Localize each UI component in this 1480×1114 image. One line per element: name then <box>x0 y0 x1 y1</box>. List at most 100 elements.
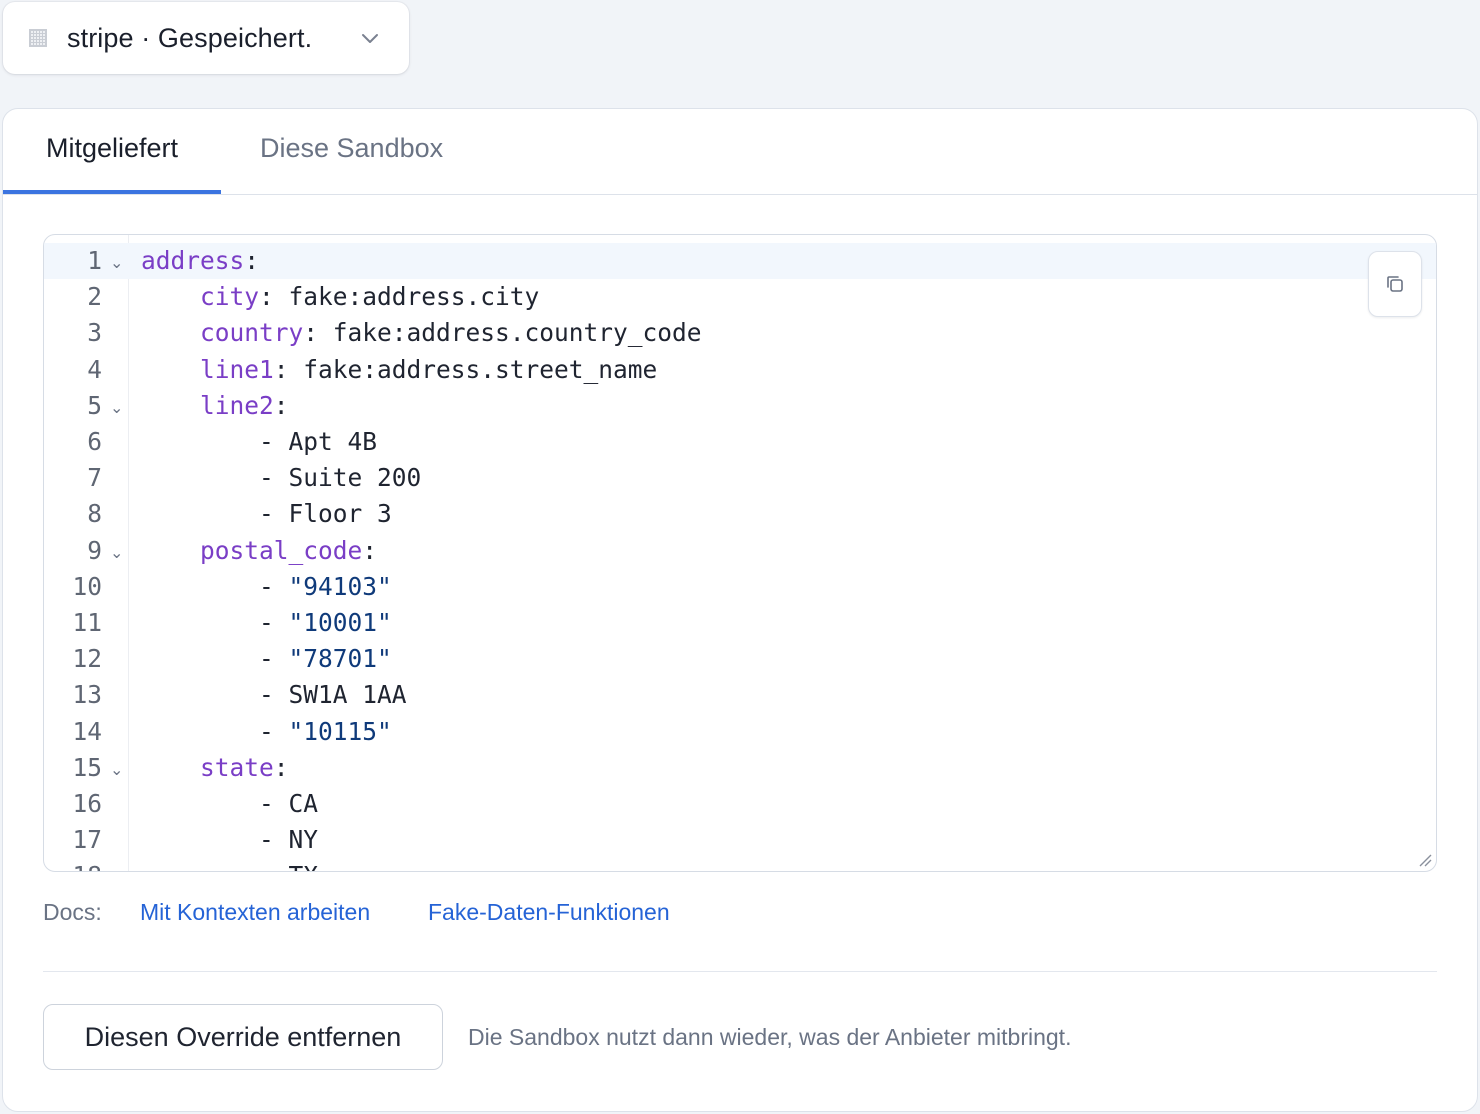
resize-handle-icon[interactable] <box>1418 853 1432 867</box>
code-line[interactable]: 7 - Suite 200 <box>44 460 1436 496</box>
docs-link-kontexte[interactable]: Mit Kontexten arbeiten <box>140 899 370 926</box>
code-text: - "94103" <box>141 569 392 605</box>
line-number: 6 <box>87 427 102 456</box>
code-line[interactable]: 10 - "94103" <box>44 569 1436 605</box>
yaml-value: - Apt 4B <box>259 427 378 456</box>
yaml-separator: - <box>259 571 289 601</box>
code-line[interactable]: 18 - TX <box>44 858 1436 871</box>
line-number: 7 <box>87 463 102 493</box>
yaml-editor[interactable]: 1 ⌄ address: 2 city: fake:address.city 3 cou… <box>43 234 1437 872</box>
yaml-separator: - <box>259 716 289 746</box>
code-text: country: fake:address.country_code <box>141 315 702 351</box>
copy-icon <box>1387 276 1403 292</box>
yaml-value: "78701" <box>288 644 392 674</box>
yaml-separator: - <box>259 644 289 674</box>
copy-button[interactable] <box>1368 251 1422 317</box>
yaml-separator: : <box>303 318 333 348</box>
code-line[interactable]: 8 - Floor 3 <box>44 496 1436 532</box>
remove-override-hint: Die Sandbox nutzt dann wieder, was der A… <box>468 1024 1072 1050</box>
code-line[interactable]: 2 city: fake:address.city <box>44 279 1436 315</box>
provider-selector-label: stripe · Gespeichert. <box>67 22 313 53</box>
divider <box>43 971 1437 972</box>
code-line[interactable]: 11 - "10001" <box>44 605 1436 641</box>
chevron-down-icon <box>362 34 378 43</box>
yaml-value: "94103" <box>288 571 392 601</box>
tab-mitgeliefert[interactable]: Mitgeliefert <box>3 133 221 194</box>
line-number: 14 <box>72 716 102 746</box>
docs-link-fake-daten[interactable]: Fake-Daten-Funktionen <box>428 899 670 926</box>
code-line[interactable]: 4 line1: fake:address.street_name <box>44 352 1436 388</box>
yaml-separator: : <box>259 282 289 312</box>
yaml-separator: : <box>273 390 289 420</box>
code-line[interactable]: 3 country: fake:address.country_code <box>44 315 1436 351</box>
yaml-key: city <box>200 282 260 312</box>
line-number: 8 <box>87 499 102 529</box>
yaml-separator: : <box>273 354 304 384</box>
code-line[interactable]: 14 - "10115" <box>44 714 1436 750</box>
line-number: 12 <box>72 644 102 674</box>
fold-chevron-icon[interactable]: ⌄ <box>110 245 123 281</box>
code-line[interactable]: 6 - Apt 4B <box>44 424 1436 460</box>
code-text: - SW1A 1AA <box>141 677 407 713</box>
provider-selector[interactable]: stripe · Gespeichert. <box>3 2 409 74</box>
fold-chevron-icon[interactable]: ⌄ <box>110 535 123 571</box>
code-line[interactable]: 9 ⌄ postal_code: <box>44 533 1436 569</box>
docs-label: Docs: <box>43 899 102 925</box>
code-text: - TX <box>141 858 318 871</box>
code-text: city: fake:address.city <box>141 279 539 315</box>
yaml-value: fake:address.street_name <box>303 354 658 384</box>
code-text: - Apt 4B <box>141 424 377 460</box>
yaml-value: - CA <box>259 789 319 818</box>
code-line[interactable]: 12 - "78701" <box>44 641 1436 677</box>
code-text: line1: fake:address.street_name <box>141 352 657 388</box>
code-text: - NY <box>141 822 318 858</box>
line-number: 10 <box>72 571 102 601</box>
fold-chevron-icon[interactable]: ⌄ <box>110 752 123 788</box>
tab-diese-sandbox[interactable]: Diese Sandbox <box>260 133 443 193</box>
line-number: 11 <box>72 608 102 637</box>
yaml-key: address <box>141 246 245 275</box>
code-text: - Suite 200 <box>141 460 421 496</box>
yaml-key: country <box>200 318 304 348</box>
yaml-key: line1 <box>200 354 274 384</box>
yaml-separator: - <box>259 608 289 637</box>
code-text: - CA <box>141 786 318 822</box>
line-number: 17 <box>72 825 102 855</box>
grid-icon <box>29 29 47 47</box>
yaml-value: - Suite 200 <box>259 463 422 493</box>
code-line[interactable]: 16 - CA <box>44 786 1436 822</box>
code-line[interactable]: 13 - SW1A 1AA <box>44 677 1436 713</box>
yaml-separator: : <box>362 535 378 565</box>
code-text: postal_code: <box>141 533 377 569</box>
yaml-value: "10001" <box>288 608 392 637</box>
line-number: 4 <box>87 354 102 384</box>
code-line[interactable]: 17 - NY <box>44 822 1436 858</box>
yaml-key: state <box>200 752 274 782</box>
code-text: - "10115" <box>141 714 392 750</box>
line-number: 9 <box>87 535 102 565</box>
yaml-value: - SW1A 1AA <box>259 680 407 710</box>
line-number: 15 <box>72 752 102 782</box>
yaml-value: - TX <box>259 861 318 871</box>
fold-chevron-icon[interactable]: ⌄ <box>110 390 123 426</box>
code-text: - Floor 3 <box>141 496 392 532</box>
override-panel: Mitgeliefert Diese Sandbox 1 ⌄ address: 2 c… <box>2 108 1478 1112</box>
yaml-value: "10115" <box>288 716 392 746</box>
yaml-separator: : <box>273 752 289 782</box>
code-line[interactable]: 5 ⌄ line2: <box>44 388 1436 424</box>
yaml-separator: : <box>244 246 260 275</box>
yaml-value: fake:address.country_code <box>332 318 702 348</box>
line-number: 1 <box>87 246 102 275</box>
line-number: 16 <box>72 789 102 818</box>
line-number: 3 <box>87 318 102 348</box>
tab-bar: Mitgeliefert Diese Sandbox <box>3 109 1477 195</box>
code-text: line2: <box>141 388 289 424</box>
yaml-key: line2 <box>200 390 274 420</box>
remove-override-button[interactable]: Diesen Override entfernen <box>43 1004 443 1070</box>
yaml-value: - NY <box>259 825 319 855</box>
code-line[interactable]: 1 ⌄ address: <box>44 243 1436 279</box>
code-line[interactable]: 15 ⌄ state: <box>44 750 1436 786</box>
line-number: 2 <box>87 282 102 312</box>
yaml-value: fake:address.city <box>288 282 540 312</box>
line-number: 5 <box>87 390 102 420</box>
